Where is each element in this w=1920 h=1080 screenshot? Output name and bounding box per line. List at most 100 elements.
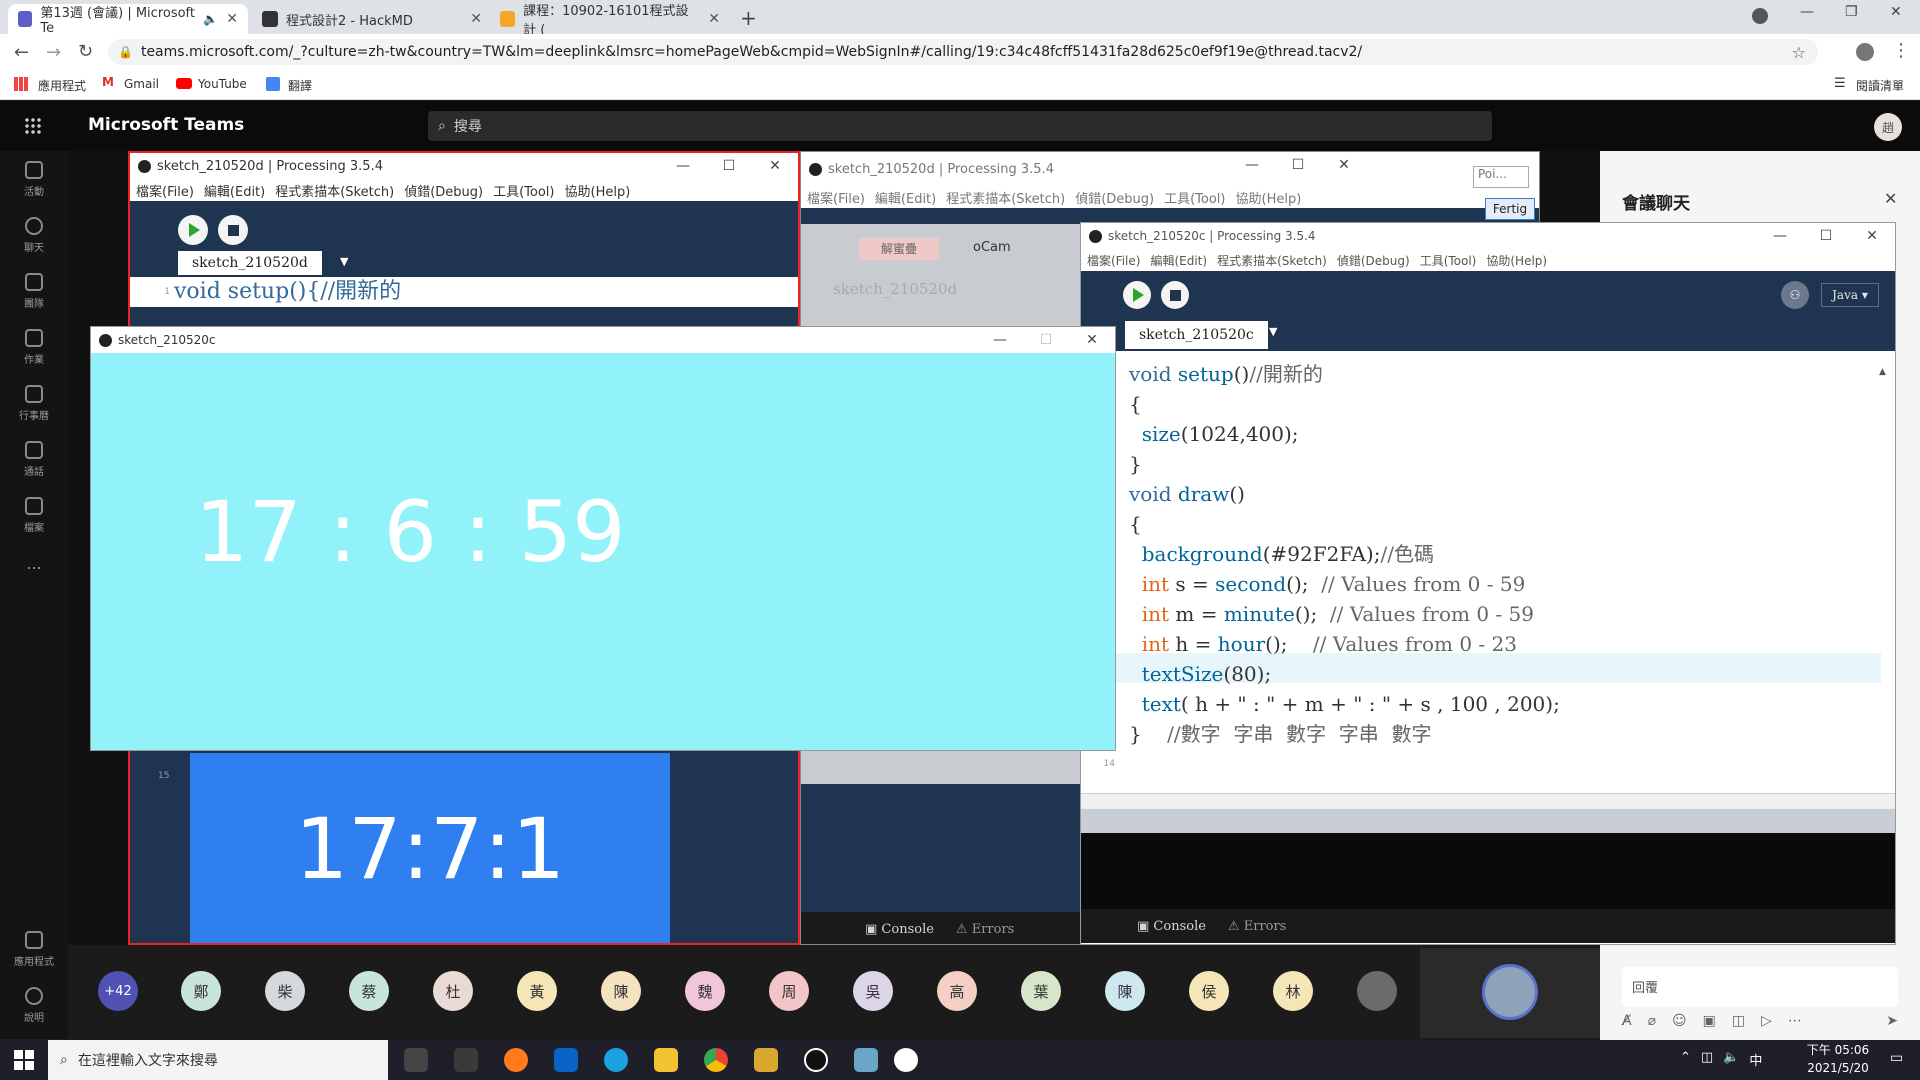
code-line[interactable]: int h = hour(); // Values from 0 - 23: [1129, 629, 1560, 659]
url-field[interactable]: 🔒 teams.microsoft.com/_?culture=zh-tw&co…: [108, 39, 1818, 65]
rail-chat[interactable]: 聊天: [0, 207, 68, 263]
sketch-tab[interactable]: sketch_210520d: [178, 251, 322, 275]
store-icon[interactable]: [454, 1048, 478, 1072]
menu-edit[interactable]: 編輯(Edit): [1150, 252, 1207, 269]
debug-button[interactable]: ⚇: [1781, 281, 1809, 309]
attach-icon[interactable]: ⌀: [1648, 1013, 1656, 1035]
code-line[interactable]: size(1024,400);: [1129, 419, 1560, 449]
code-line[interactable]: int s = second(); // Values from 0 - 59: [1129, 569, 1560, 599]
mode-selector[interactable]: Java ▾: [1821, 283, 1879, 307]
code-content[interactable]: void setup()//開新的{ size(1024,400);} void …: [1129, 359, 1560, 749]
participant-avatar[interactable]: 林: [1273, 971, 1313, 1011]
minimize-icon[interactable]: —: [1800, 4, 1814, 20]
minimize-icon[interactable]: —: [660, 153, 706, 179]
close-tab-icon[interactable]: ✕: [470, 11, 482, 27]
rail-files[interactable]: 檔案: [0, 487, 68, 543]
taskbar-search-input[interactable]: ⌕ 在這裡輸入文字來搜尋: [48, 1040, 388, 1080]
menu-sketch[interactable]: 程式素描本(Sketch): [946, 188, 1065, 207]
emoji-icon[interactable]: ☺: [1672, 1013, 1687, 1035]
app-icon-2[interactable]: [854, 1048, 878, 1072]
bookmark-youtube[interactable]: YouTube: [198, 77, 247, 91]
maximize-icon[interactable]: ☐: [1023, 327, 1069, 353]
menu-debug[interactable]: 偵錯(Debug): [1337, 252, 1410, 269]
rail-calendar[interactable]: 行事曆: [0, 375, 68, 431]
media-player-icon[interactable]: [894, 1048, 918, 1072]
participant-avatar[interactable]: 杜: [433, 971, 473, 1011]
bookmark-translate[interactable]: 翻譯: [288, 77, 312, 94]
menu-tool[interactable]: 工具(Tool): [1164, 188, 1225, 207]
run-button[interactable]: [178, 215, 208, 245]
rail-calls[interactable]: 通話: [0, 431, 68, 487]
participants-overflow[interactable]: +42: [98, 971, 138, 1011]
console-tab[interactable]: ▣ Console: [1137, 919, 1206, 934]
bookmark-gmail[interactable]: Gmail: [124, 77, 159, 91]
vertical-scrollbar[interactable]: ▲: [1879, 359, 1889, 779]
mail-icon[interactable]: [554, 1048, 578, 1072]
code-line[interactable]: } //數字 字串 數字 字串 數字: [1129, 719, 1560, 749]
ocam-button[interactable]: 解蜜疊: [859, 238, 939, 260]
minimize-icon[interactable]: —: [1229, 152, 1275, 178]
notification-icon[interactable]: ▭: [1890, 1050, 1903, 1066]
start-icon[interactable]: [14, 1050, 34, 1070]
processing-icon[interactable]: [804, 1048, 828, 1072]
tab-dropdown-icon[interactable]: ▼: [1269, 325, 1277, 338]
reply-input[interactable]: 回覆: [1622, 967, 1898, 1007]
tray-chevron-icon[interactable]: ⌃: [1680, 1050, 1691, 1069]
maximize-icon[interactable]: ☐: [1275, 152, 1321, 178]
participant-avatar[interactable]: 陳: [601, 971, 641, 1011]
rail-teams[interactable]: 團隊: [0, 263, 68, 319]
code-editor[interactable]: 1234567891011121314 void setup()//開新的{ s…: [1081, 351, 1895, 793]
gif-icon[interactable]: ▣: [1703, 1013, 1716, 1035]
popup-field[interactable]: Poi...: [1473, 166, 1529, 188]
participant-avatar[interactable]: 蔡: [349, 971, 389, 1011]
rail-apps[interactable]: 應用程式: [0, 921, 68, 977]
file-explorer-icon[interactable]: [654, 1048, 678, 1072]
speaker-icon[interactable]: 🔈: [203, 12, 218, 26]
participant-avatar[interactable]: 侯: [1189, 971, 1229, 1011]
horizontal-scrollbar[interactable]: [1081, 793, 1895, 809]
rail-activity[interactable]: 活動: [0, 151, 68, 207]
menu-edit[interactable]: 編輯(Edit): [875, 188, 936, 207]
edge-icon[interactable]: [604, 1048, 628, 1072]
participant-avatar[interactable]: 吳: [853, 971, 893, 1011]
menu-file[interactable]: 檔案(File): [136, 181, 194, 200]
code-line[interactable]: background(#92F2FA);//色碼: [1129, 539, 1560, 569]
participant-avatar[interactable]: 柴: [265, 971, 305, 1011]
network-icon[interactable]: ◫: [1701, 1050, 1713, 1069]
more-icon[interactable]: ⋯: [1788, 1013, 1802, 1035]
menu-file[interactable]: 檔案(File): [807, 188, 865, 207]
close-chat-icon[interactable]: ✕: [1884, 189, 1897, 208]
participant-avatar[interactable]: 周: [769, 971, 809, 1011]
menu-sketch[interactable]: 程式素描本(Sketch): [275, 181, 394, 200]
menu-tool[interactable]: 工具(Tool): [493, 181, 554, 200]
maximize-icon[interactable]: ☐: [1803, 223, 1849, 249]
minimize-icon[interactable]: —: [1757, 223, 1803, 249]
close-icon[interactable]: ✕: [1849, 223, 1895, 249]
chrome-icon[interactable]: [704, 1048, 728, 1072]
code-line[interactable]: text( h + " : " + m + " : " + s , 100 , …: [1129, 689, 1560, 719]
rail-help[interactable]: 說明: [0, 977, 68, 1033]
close-tab-icon[interactable]: ✕: [226, 11, 238, 27]
participant-avatar[interactable]: 葉: [1021, 971, 1061, 1011]
close-window-icon[interactable]: ✕: [1890, 4, 1902, 20]
menu-kebab-icon[interactable]: ⋮: [1892, 40, 1910, 61]
scroll-up-icon[interactable]: ▲: [1879, 367, 1886, 377]
account-icon[interactable]: [1856, 43, 1874, 61]
participant-avatar[interactable]: 黃: [517, 971, 557, 1011]
rail-more[interactable]: ...: [0, 543, 68, 583]
code-line[interactable]: int m = minute(); // Values from 0 - 59: [1129, 599, 1560, 629]
code-line[interactable]: void draw(): [1129, 479, 1560, 509]
meet-icon[interactable]: ▷: [1761, 1013, 1772, 1035]
menu-help[interactable]: 協助(Help): [565, 181, 631, 200]
stop-button[interactable]: [1161, 281, 1189, 309]
sketch-tab[interactable]: sketch_210520c: [1125, 321, 1268, 349]
forward-icon[interactable]: →: [46, 42, 61, 63]
star-icon[interactable]: ☆: [1792, 43, 1806, 62]
profile-dropdown-icon[interactable]: [1752, 8, 1768, 24]
sticker-icon[interactable]: ◫: [1732, 1013, 1745, 1035]
bookmark-apps[interactable]: 應用程式: [38, 77, 86, 94]
send-icon[interactable]: ➤: [1886, 1013, 1898, 1035]
close-icon[interactable]: ✕: [1321, 152, 1367, 178]
back-icon[interactable]: ←: [14, 42, 29, 63]
participant-avatar[interactable]: 鄭: [181, 971, 221, 1011]
